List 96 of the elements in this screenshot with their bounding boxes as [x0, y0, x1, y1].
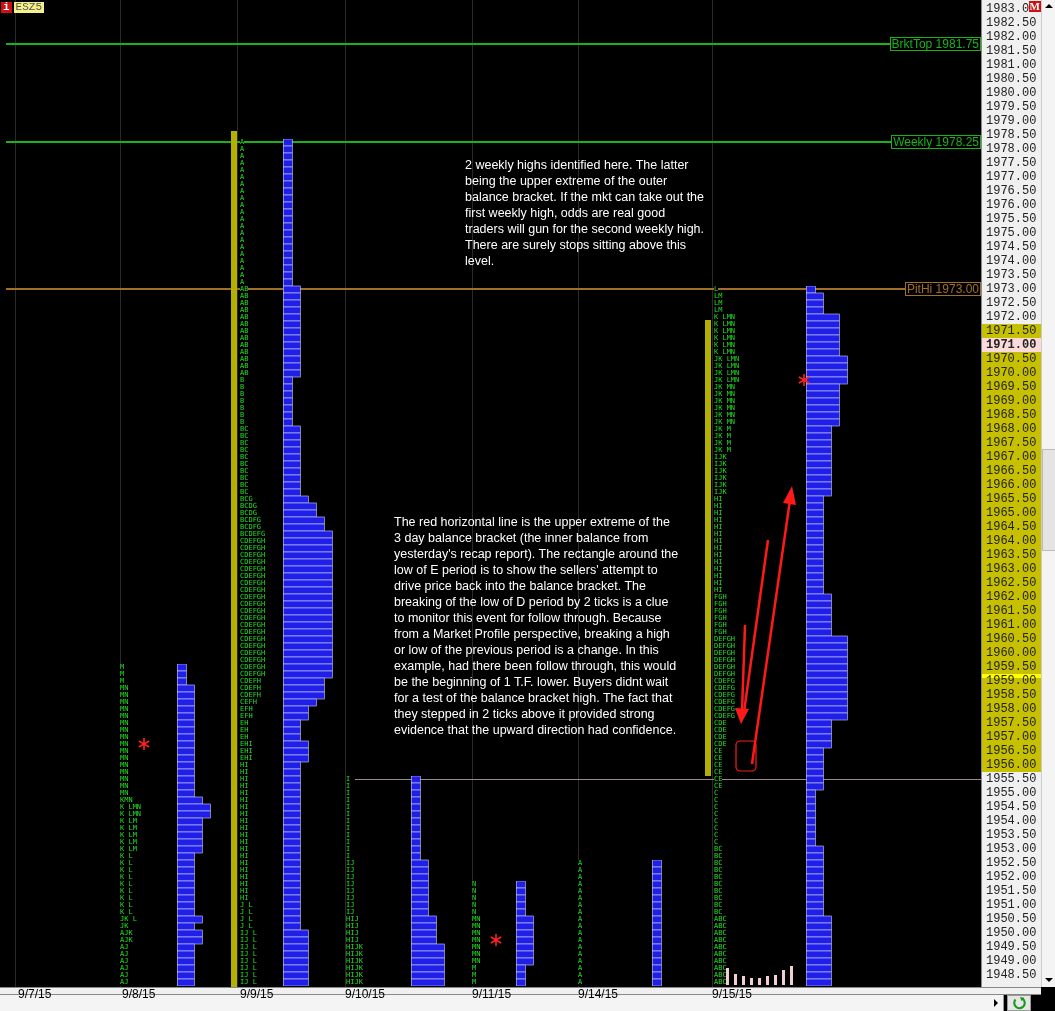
price-label: 1951.00: [985, 898, 1038, 912]
level-label: PitHi 1973.00: [904, 282, 981, 296]
vertical-scrollbar[interactable]: [1041, 0, 1055, 987]
refresh-button[interactable]: [1007, 995, 1031, 1011]
price-label: 1954.50: [985, 800, 1038, 814]
price-label: 1979.50: [985, 100, 1038, 114]
price-label: 1963.00: [982, 562, 1041, 576]
price-label: 1962.50: [982, 576, 1041, 590]
price-label: 1972.00: [985, 310, 1038, 324]
date-label: 9/11/15: [472, 988, 512, 1001]
price-label: 1980.50: [985, 72, 1038, 86]
price-label: 1958.50: [982, 688, 1041, 702]
price-label: 1977.50: [985, 156, 1038, 170]
info-badge[interactable]: i: [1, 2, 12, 13]
price-label: 1982.00: [985, 30, 1038, 44]
price-label: 1964.00: [982, 534, 1041, 548]
m-badge[interactable]: M: [1028, 1, 1041, 12]
price-label: 1961.50: [982, 604, 1041, 618]
price-label: 1981.00: [985, 58, 1038, 72]
price-label: 1966.50: [982, 464, 1041, 478]
annotation-text: 2 weekly highs identified here. The latter being the upper extreme of the outer balance bracket. If the mkt can take out the first weekly high, odds are real good traders will gun for the second weekly high. There are surely stops sitting above this level.: [465, 157, 705, 269]
asterisk-icon: [798, 374, 810, 386]
price-label: 1962.00: [982, 590, 1041, 604]
price-label: 1976.50: [985, 184, 1038, 198]
price-label: 1969.50: [982, 380, 1041, 394]
price-label: 1971.50: [982, 324, 1041, 338]
volume-bars-drawing: [726, 966, 793, 985]
price-label: 1964.50: [982, 520, 1041, 534]
date-label: 9/9/15: [240, 988, 274, 1001]
price-label: 1974.00: [985, 254, 1038, 268]
price-label: 1950.50: [985, 912, 1038, 926]
date-label: 9/15/15: [712, 988, 753, 1001]
level-label: Weekly 1978.25: [891, 135, 981, 149]
price-label: 1955.50: [985, 772, 1038, 786]
price-label: 1965.50: [982, 492, 1041, 506]
price-label: 1969.00: [982, 394, 1041, 408]
price-label: 1967.50: [982, 436, 1041, 450]
asterisk-icon: [138, 738, 150, 750]
price-label: 1955.00: [985, 786, 1038, 800]
price-label: 1960.50: [982, 632, 1041, 646]
price-label: 1971.00: [982, 338, 1041, 352]
level-label: BrktTop 1981.75: [889, 37, 981, 51]
price-label: 1956.50: [982, 744, 1041, 758]
price-label: 1972.50: [985, 296, 1038, 310]
scroll-down-icon[interactable]: [1044, 977, 1053, 983]
scroll-right-icon[interactable]: [993, 999, 999, 1007]
price-label: 1981.50: [985, 44, 1038, 58]
price-label: 1975.50: [985, 212, 1038, 226]
price-label: 1973.50: [985, 268, 1038, 282]
price-label: 1953.00: [985, 842, 1038, 856]
price-label: 1968.00: [982, 422, 1041, 436]
price-label: 1970.00: [982, 366, 1041, 380]
price-label: 1953.50: [985, 828, 1038, 842]
price-label: 1949.00: [985, 954, 1038, 968]
price-label: 1965.00: [982, 506, 1041, 520]
price-label: 1961.00: [982, 618, 1041, 632]
price-label: 1959.00: [982, 674, 1041, 688]
price-label: 1952.50: [985, 856, 1038, 870]
price-label: 1958.00: [982, 702, 1041, 716]
price-label: 1949.50: [985, 940, 1038, 954]
price-label: 1979.00: [985, 114, 1038, 128]
price-label: 1970.50: [982, 352, 1041, 366]
date-label: 9/8/15: [122, 988, 156, 1001]
price-label: 1982.50: [985, 16, 1038, 30]
refresh-icon: [1012, 996, 1026, 1010]
price-label: 1973.00: [985, 282, 1038, 296]
price-label: 1959.50: [982, 660, 1041, 674]
price-label: 1980.00: [985, 86, 1038, 100]
price-label: 1952.00: [985, 870, 1038, 884]
price-label: 1960.00: [982, 646, 1041, 660]
price-label: 1967.00: [982, 450, 1041, 464]
price-label: 1968.50: [982, 408, 1041, 422]
price-label: 1978.50: [985, 128, 1038, 142]
price-label: 1977.00: [985, 170, 1038, 184]
price-label: 1963.50: [982, 548, 1041, 562]
price-label: 1948.50: [985, 968, 1038, 982]
price-label: 1975.00: [985, 226, 1038, 240]
price-label: 1957.50: [982, 716, 1041, 730]
annotation-text: The red horizontal line is the upper extreme of the 3 day balance bracket (the inner balance from yesterday's recap report). The rectangle around the low of E period is to show the sellers' attempt to drive price back into the balance bracket. The breaking of the low of D period by 2 ticks is a clue to monitor this event for follow through. Because from a Market Profile perspective, breaking a high or low of the previous period is a change. In this example, had there been follow through, this would be the beginning of 1 T.F. lower. Buyers didnt wait for a test of the balance bracket high. The fact that they stepped in 2 ticks above it provided strong evidence that the upward direction had confidence.: [394, 514, 679, 738]
scroll-up-icon[interactable]: [1044, 3, 1053, 9]
price-label: 1951.50: [985, 884, 1038, 898]
price-label: 1950.00: [985, 926, 1038, 940]
date-label: 9/7/15: [18, 988, 52, 1001]
price-label: 1954.00: [985, 814, 1038, 828]
highlight-rectangle: [735, 740, 757, 772]
price-label: 1966.00: [982, 478, 1041, 492]
price-label: 1956.00: [982, 758, 1041, 772]
scrollbar-thumb[interactable]: [1041, 449, 1055, 551]
date-label: 9/14/15: [578, 988, 619, 1001]
price-label: 1974.50: [985, 240, 1038, 254]
price-label: 1976.00: [985, 198, 1038, 212]
price-label: 1978.00: [985, 142, 1038, 156]
symbol-label: ESZ5: [13, 2, 44, 13]
date-label: 9/10/15: [345, 988, 386, 1001]
asterisk-icon: [490, 934, 502, 946]
price-label: 1957.00: [982, 730, 1041, 744]
